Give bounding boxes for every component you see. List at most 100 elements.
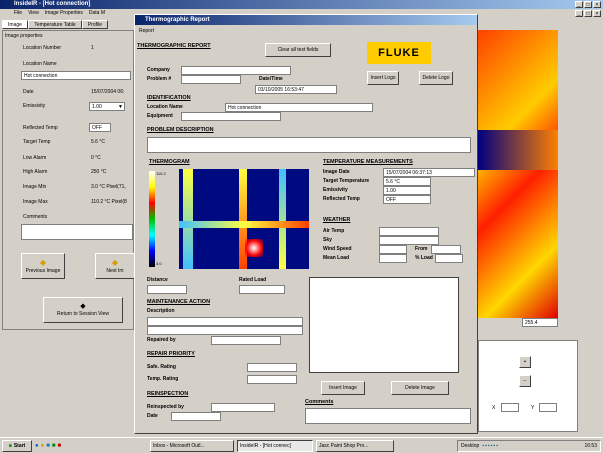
meas-reflected-temp-field[interactable]: OFF	[383, 195, 431, 204]
return-session-button[interactable]: ◆ Return to Session View	[43, 297, 123, 323]
x-field[interactable]	[501, 403, 519, 412]
thermogram-heading: THERMOGRAM	[149, 159, 190, 165]
reinspect-date-label: Date	[147, 413, 158, 419]
tab-image[interactable]: Image	[2, 20, 28, 29]
report-menu[interactable]: Report	[139, 28, 154, 34]
prop-value: 250 °C	[91, 169, 107, 175]
menu-view[interactable]: View	[28, 9, 39, 18]
meas-label: Reflected Temp	[323, 196, 360, 202]
scale-max-field[interactable]: 255.4	[522, 318, 558, 327]
tab-temperature-table[interactable]: Temperature Table	[28, 20, 82, 29]
problem-field[interactable]	[181, 75, 241, 84]
prop-label: Location Name	[23, 61, 57, 67]
taskbar-item-insideir[interactable]: InsideIR - [Hot connec]	[237, 439, 313, 452]
app-icon[interactable]: ■	[52, 443, 56, 449]
location-name-field[interactable]: Hot connection	[21, 71, 131, 80]
thermal-detail	[478, 130, 558, 170]
air-temp-field[interactable]	[379, 227, 439, 236]
report-comments-field[interactable]	[305, 408, 471, 424]
windows-logo-icon: ■	[8, 442, 12, 449]
meas-target-temp-field[interactable]: 5.6 °C	[383, 177, 431, 186]
menu-data[interactable]: Data M	[89, 9, 105, 18]
taskbar: ■ Start ● ● ■ ■ ■ Inbox - Microsoft Outl…	[0, 437, 603, 453]
problem-description-field[interactable]	[147, 137, 471, 153]
delete-logo-button[interactable]: Delete Logo	[419, 71, 453, 85]
location-name-label: Location Name	[147, 104, 183, 110]
from-field[interactable]	[431, 245, 461, 254]
y-field[interactable]	[539, 403, 557, 412]
problem-label: Problem #	[147, 76, 172, 82]
comments-heading: Comments	[305, 399, 334, 405]
ie-icon[interactable]: ●	[35, 443, 39, 449]
tab-strip: Image Temperature Table Profile	[2, 20, 108, 29]
maintenance-description-field-2[interactable]	[147, 326, 303, 335]
maximize-button[interactable]: □	[584, 1, 592, 8]
safe-rating-field[interactable]	[247, 363, 297, 372]
delete-image-button[interactable]: Delete Image	[391, 381, 449, 395]
reinspected-by-field[interactable]	[211, 403, 275, 412]
repair-priority-heading: REPAIR PRIORITY	[147, 351, 195, 357]
mean-load-field[interactable]	[379, 254, 407, 263]
prop-value: 110.2 °C Pixel(8	[91, 199, 127, 205]
mdi-close-button[interactable]: ×	[593, 10, 601, 17]
prop-label: Location Number	[23, 45, 62, 51]
taskbar-item-inbox[interactable]: Inbox - Microsoft Outl...	[150, 439, 234, 452]
start-button[interactable]: ■ Start	[2, 439, 32, 452]
outlook-icon[interactable]: ●	[41, 443, 45, 449]
distance-field[interactable]	[147, 285, 187, 294]
clear-all-button[interactable]: Clear all text fields	[265, 43, 331, 57]
pct-load-field[interactable]	[435, 254, 463, 263]
prop-label: Image Min	[23, 184, 47, 190]
reflected-temp-field[interactable]: OFF	[89, 123, 111, 132]
sky-field[interactable]	[379, 236, 439, 245]
taskbar-item-paintshop[interactable]: Jasc Paint Shop Pro...	[316, 439, 394, 452]
meas-label: Target Temperature	[323, 178, 370, 184]
minimize-button[interactable]: _	[575, 1, 583, 8]
rated-load-field[interactable]	[239, 285, 285, 294]
company-field[interactable]	[181, 66, 291, 75]
next-image-button[interactable]: ◆ Next Im	[95, 253, 135, 279]
comments-field[interactable]	[21, 224, 133, 240]
thermogram-scale	[149, 171, 155, 267]
desktop-label[interactable]: Desktop	[461, 443, 479, 449]
equipment-label: Equipment	[147, 113, 173, 119]
reinspect-date-field[interactable]	[171, 412, 221, 421]
menu-image-properties[interactable]: Image Properties	[45, 9, 83, 18]
report-heading: THERMOGRAPHIC REPORT	[137, 43, 211, 49]
prop-value: 3.0 °C Pixel(71,	[91, 184, 126, 190]
equipment-field[interactable]	[181, 112, 281, 121]
previous-image-button[interactable]: ◆ Previous Image	[21, 253, 65, 279]
y-label: Y	[531, 405, 535, 411]
repaired-by-field[interactable]	[211, 336, 281, 345]
menu-file[interactable]: File	[14, 9, 22, 18]
prop-value: 15/07/2004 06:	[91, 89, 125, 95]
thermogram-bar	[183, 169, 193, 269]
desktop-icon[interactable]: ■	[46, 443, 50, 449]
meas-emissivity-field[interactable]: 1.00	[383, 186, 431, 195]
problem-description-heading: PROBLEM DESCRIPTION	[147, 127, 214, 133]
chevron-down-icon: ▼	[118, 104, 123, 110]
tab-profile[interactable]: Profile	[82, 20, 108, 29]
mean-load-label: Mean Load	[323, 255, 350, 261]
maintenance-description-field[interactable]	[147, 317, 303, 326]
app-icon[interactable]: ■	[58, 443, 62, 449]
meas-image-date-field[interactable]: 15/07/2004 06:37:13	[383, 168, 475, 177]
wind-speed-field[interactable]	[379, 245, 407, 254]
mdi-minimize-button[interactable]: _	[575, 10, 583, 17]
mdi-restore-button[interactable]: □	[584, 10, 592, 17]
close-button[interactable]: ×	[593, 1, 601, 8]
fluke-logo-text: FLUKE	[378, 47, 420, 59]
zoom-in-button[interactable]: +	[519, 356, 531, 368]
insert-logo-button[interactable]: Insert Logo	[367, 71, 399, 85]
return-icon: ◆	[80, 302, 86, 310]
zoom-out-button[interactable]: −	[519, 375, 531, 387]
insert-image-button[interactable]: Insert Image	[321, 381, 365, 395]
temp-rating-label: Temp. Rating	[147, 376, 179, 382]
report-location-field[interactable]: Hot connection	[225, 103, 373, 112]
emissivity-select[interactable]: 1.00 ▼	[89, 102, 125, 111]
weather-heading: WEATHER	[323, 217, 351, 223]
safe-rating-label: Safe. Rating	[147, 364, 176, 370]
x-label: X	[492, 405, 496, 411]
temp-rating-field[interactable]	[247, 375, 297, 384]
date-time-field[interactable]: 03/10/2005 16:53:47	[255, 85, 337, 94]
